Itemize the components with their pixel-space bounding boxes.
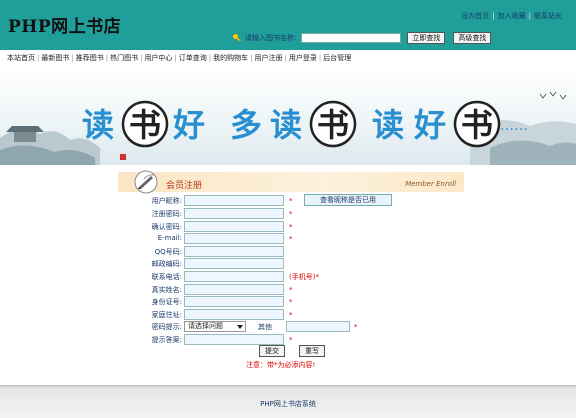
question-select[interactable]: 请选择问题 [184,321,246,332]
reset-button[interactable]: 重写 [299,345,325,357]
address-input[interactable] [184,309,284,320]
nav-login[interactable]: 用户登录 [289,54,317,62]
slogan-char: 好 [172,106,205,144]
field-label: 确认密码: [151,223,182,231]
site-header: PHP网上书店 设为首页 | 加入收藏 | 联系站长 请输入图书名称: 立即查找 高级查… [0,0,576,50]
field-phone: 联系电话: (手机号)* [118,271,464,283]
field-label: 用户昵称: [151,197,182,205]
field-postcode: 邮政编码: [118,258,464,270]
field-label: 身份证号: [151,298,182,306]
top-links: 设为首页 | 加入收藏 | 联系站长 [461,12,562,20]
slogan-char: 读 [270,106,302,144]
search-input[interactable] [301,33,402,43]
phone-input[interactable] [184,271,284,282]
nav-hot-books[interactable]: 热门图书 [110,54,138,62]
field-qq: QQ号码: [118,246,464,258]
contact-admin-link[interactable]: 联系站长 [534,12,562,20]
search-now-button[interactable]: 立即查找 [407,32,446,44]
banner: 读 书 好 多 读 书 读 好 书 …… [0,68,576,165]
required-star: * [289,235,293,243]
field-nickname: 用户昵称: * 查看昵称是否已用 [118,194,464,207]
nav-user-center[interactable]: 用户中心 [144,54,172,62]
form-title: 会员注册 [166,181,203,191]
required-star: * [289,286,293,294]
field-email: E-mail: * [118,233,464,245]
idcard-input[interactable] [184,296,284,307]
phone-hint: (手机号)* [289,273,319,281]
site-footer: PHP网上书店系统 [0,385,576,418]
field-label: E-mail: [157,234,182,242]
slogan-char: 多 [230,106,262,144]
key-icon [232,33,242,42]
other-question-label: 其他 [258,323,272,331]
nav-register[interactable]: 用户注册 [255,54,283,62]
search-bar: 请输入图书名称: 立即查找 高级查找 [232,31,499,45]
nickname-input[interactable] [184,195,284,206]
slogan-char: 书 [317,106,349,144]
field-label: 真实姓名: [151,286,182,294]
field-label: 提示答案: [151,336,182,344]
slogan-char: 读 [372,106,404,144]
required-star: * [289,298,293,306]
required-star: * [289,311,293,319]
nav-home[interactable]: 本站首页 [7,54,35,62]
email-input[interactable] [184,233,284,244]
other-question-input[interactable] [286,321,350,332]
nav-recommended-books[interactable]: 推荐图书 [76,54,104,62]
site-title: PHP网上书店 [8,17,122,37]
qq-input[interactable] [184,246,284,257]
form-title-en: Member Enroll [405,180,456,188]
field-label: 联系电话: [151,273,182,281]
slogan-char: 读 [82,106,114,144]
field-idcard: 身份证号: * [118,296,464,308]
realname-input[interactable] [184,284,284,295]
form-header: 会员注册 Member Enroll [118,170,464,194]
nav-new-books[interactable]: 最新图书 [41,54,69,62]
advanced-search-button[interactable]: 高级查找 [453,32,492,44]
nav-order-query[interactable]: 订单查询 [179,54,207,62]
chevron-down-icon [237,325,243,329]
required-star: * [354,323,358,331]
field-label: 密码提示: [151,323,182,331]
slogan-char: 好 [413,106,446,144]
set-homepage-link[interactable]: 设为首页 [461,12,489,20]
main-nav: 本站首页 | 最新图书 | 推荐图书 | 热门图书 | 用户中心 | 订单查询 | 我的购物车 | 用户注册… [7,54,352,62]
field-question: 密码提示: 请选择问题 其他 * [118,321,464,333]
postcode-input[interactable] [184,258,284,269]
answer-input[interactable] [184,334,284,345]
nav-cart[interactable]: 我的购物车 [213,54,248,62]
field-label: 邮政编码: [151,260,182,268]
submit-button[interactable]: 提交 [259,345,285,357]
footer-text: PHP网上书店系统 [260,400,316,408]
required-star: * [289,336,293,344]
field-realname: 真实姓名: * [118,284,464,296]
nav-admin[interactable]: 后台管理 [323,54,351,62]
field-confirm-password: 确认密码: * [118,221,464,233]
slogan-char: 书 [129,106,161,144]
add-favorite-link[interactable]: 加入收藏 [498,12,526,20]
pen-icon [134,170,158,194]
search-label: 请输入图书名称: [245,34,297,42]
field-label: 注册密码: [151,210,182,218]
required-star: * [289,197,293,205]
required-star: * [289,223,293,231]
question-selected: 请选择问题 [188,322,223,330]
password-input[interactable] [184,208,284,219]
field-password: 注册密码: * [118,208,464,220]
field-label: 家庭住址: [151,311,182,319]
required-star: * [289,210,293,218]
slogan-ellipsis: …… [500,118,528,134]
banner-art: 读 书 好 多 读 书 读 好 书 …… [0,91,576,165]
required-notice: 注意：带*为必添内容! [246,361,316,369]
confirm-password-input[interactable] [184,221,284,232]
field-label: QQ号码: [154,248,182,256]
field-address: 家庭住址: * [118,309,464,321]
form-buttons: 提交 重写 [259,345,339,357]
check-nickname-button[interactable]: 查看昵称是否已用 [304,194,392,206]
slogan-char: 书 [461,106,493,144]
